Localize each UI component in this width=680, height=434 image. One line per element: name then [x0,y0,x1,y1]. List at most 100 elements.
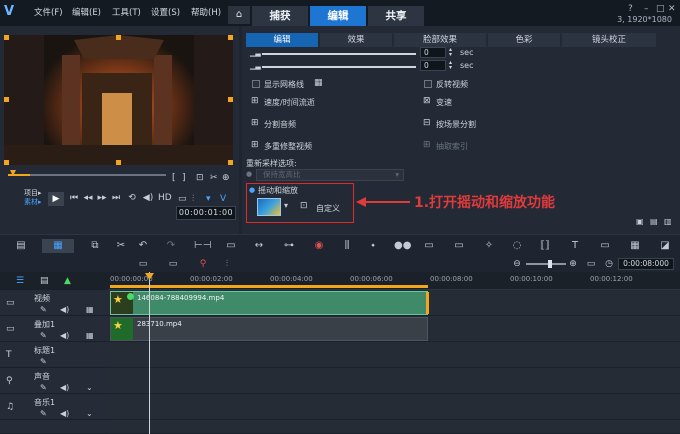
menu-edit[interactable]: 编辑(E) [72,6,101,18]
tools-icon[interactable]: ✂ [114,239,128,253]
volume-icon[interactable]: ◀) [142,191,154,205]
close-icon[interactable]: ✕ [668,4,676,14]
menu-file[interactable]: 文件(F) [34,6,63,18]
menu-help[interactable]: 帮助(H) [191,6,221,18]
resize-handle[interactable] [228,97,233,102]
redo-icon[interactable]: ↷ [164,239,178,253]
auto-music-icon[interactable]: ⬩ [366,239,380,253]
clip-trim-handle[interactable] [426,292,429,314]
track-chevron-icon[interactable]: ⌄ [86,383,93,392]
split-by-scene-button[interactable]: 按场景分割 [436,119,476,130]
track-mute-icon[interactable]: ◀) [60,305,69,314]
panel-icon[interactable]: ▣ [636,217,644,226]
numbox-1[interactable]: 0 [420,47,446,58]
ripple-icon[interactable]: ▲ [64,276,71,286]
speed-time-button[interactable]: 速度/时间流逝 [264,97,315,108]
voiceover-icon[interactable]: ⚲ [196,258,210,270]
overlay-clip[interactable]: ★ 283710.mp4 [110,317,428,341]
zoom-slider-thumb[interactable] [548,260,552,268]
volume-slider[interactable] [262,53,416,55]
split-icon[interactable]: ⫶ [192,194,194,204]
panel-icon[interactable]: ▥ [664,217,672,226]
sound-mixer-icon[interactable]: ⫼ [340,239,354,253]
chapter-icon[interactable]: ▭ [598,239,612,253]
grid-settings-icon[interactable]: ▦ [314,78,323,88]
title-lane[interactable] [108,342,680,368]
video-clip[interactable]: ★ 146084-788409994.mp4 [110,291,429,315]
multicam-icon[interactable]: ▭ [452,239,466,253]
home-button[interactable]: ⌂ [228,6,250,24]
menu-tools[interactable]: 工具(T) [112,6,141,18]
track-mute-icon[interactable]: ◀) [60,409,69,418]
resize-handle[interactable] [228,160,233,165]
custom-button[interactable]: 自定义 [316,203,340,214]
zoom-out-icon[interactable]: ⊖ [510,258,524,270]
undo-icon[interactable]: ↶ [136,239,150,253]
import-icon[interactable]: ▭ [166,258,180,270]
home-start-icon[interactable]: ⏮ [68,191,80,205]
split-clip-icon[interactable]: ⊶ [282,239,296,253]
resize-handle[interactable] [228,35,233,40]
end-icon[interactable]: ⏭ [110,191,122,205]
track-edit-icon[interactable]: ✎ [40,357,47,366]
menu-settings[interactable]: 设置(S) [151,6,180,18]
spin-down-icon[interactable]: ▾ [449,64,452,71]
audio-icon[interactable]: ⫶ [220,258,234,270]
export-icon[interactable]: ◪ [658,239,672,253]
panel-icon[interactable]: ▤ [650,217,658,226]
work-range-bar[interactable] [110,285,428,288]
tab-capture[interactable]: 捕获 [252,6,308,26]
track-grid-icon[interactable]: ▦ [86,331,94,340]
pan-zoom-preset-thumb[interactable] [257,198,281,216]
playhead-marker-icon[interactable] [145,273,154,281]
split-audio-button[interactable]: 分割音频 [264,119,296,130]
motion-icon[interactable]: ●● [394,239,411,253]
hd-icon[interactable]: HD [158,191,172,205]
music-lane[interactable] [108,394,680,420]
minimize-icon[interactable]: – [644,4,649,14]
track-edit-icon[interactable]: ✎ [40,383,47,392]
zoom-slider[interactable] [526,263,566,265]
resample-dropdown[interactable]: 保持宽高比 ▾ [256,169,404,181]
repeat-icon[interactable]: ⟲ [126,191,138,205]
stabilize-icon[interactable]: ⟦⟧ [538,239,552,253]
track-mute-icon[interactable]: ◀) [60,331,69,340]
maximize-icon[interactable]: □ [656,4,665,14]
extra-lane[interactable] [108,420,680,434]
track-manager-icon[interactable]: ☰ [16,276,24,286]
scissors-icon[interactable]: ✂ [210,173,218,183]
resize-handle[interactable] [116,160,121,165]
crop-icon[interactable]: ⊡ [196,173,204,183]
track-grid-icon[interactable]: ▦ [86,305,94,314]
tab-edit[interactable]: 编辑 [310,6,366,26]
numbox-2[interactable]: 0 [420,60,446,71]
help-icon[interactable]: ? [628,4,633,14]
multi-trim-button[interactable]: 多重修整视频 [264,141,312,152]
trim-icon[interactable]: ⊢⊣ [194,239,211,253]
smart-icon[interactable]: ◉ [312,239,326,253]
mark-out-icon[interactable]: ] [182,173,186,183]
track-edit-icon[interactable]: ✎ [40,331,47,340]
validate-icon[interactable]: V [220,194,226,204]
chapter-marker-icon[interactable]: ▤ [40,276,49,286]
fit-timeline-icon[interactable]: ▭ [584,258,598,270]
preview-scrubber[interactable] [8,170,166,180]
voice-lane[interactable] [108,368,680,394]
variable-speed-button[interactable]: 变速 [436,97,452,108]
snapshot-icon[interactable]: ▭ [136,258,150,270]
subtitle-icon[interactable]: ▭ [422,239,436,253]
track-edit-icon[interactable]: ✎ [40,305,47,314]
grid-checkbox[interactable] [252,80,260,88]
grid-edit-icon[interactable]: ▦ [628,239,642,253]
play-button[interactable]: ▶ [48,192,64,206]
record-icon[interactable]: ▭ [224,239,238,253]
copy-icon[interactable]: ⧉ [88,239,102,253]
track-edit-icon[interactable]: ✎ [40,409,47,418]
track-mute-icon[interactable]: ◀) [60,383,69,392]
resize-handle[interactable] [116,35,121,40]
subtab-effect[interactable]: 效果 [320,33,392,47]
preset-dropdown-icon[interactable]: ▾ [284,201,288,210]
resample-radio-icon[interactable]: ● [246,170,252,178]
spin-down-icon[interactable]: ▾ [449,51,452,58]
tab-share[interactable]: 共享 [368,6,424,26]
